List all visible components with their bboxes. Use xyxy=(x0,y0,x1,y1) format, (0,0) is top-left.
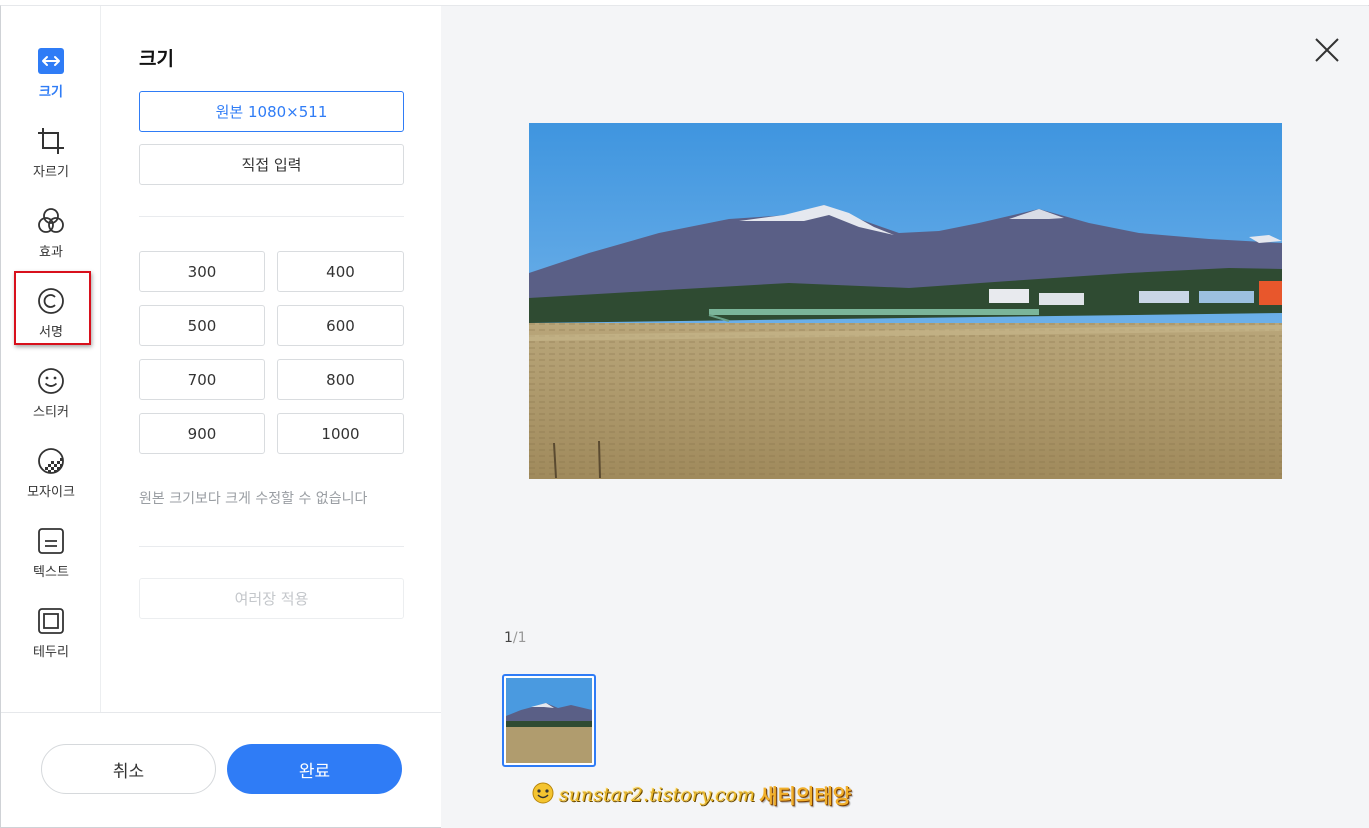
tool-label: 텍스트 xyxy=(33,565,69,580)
preset-400-button[interactable]: 400 xyxy=(277,251,404,292)
resize-icon xyxy=(36,46,66,76)
cancel-button[interactable]: 취소 xyxy=(41,744,216,794)
size-limit-note: 원본 크기보다 크게 수정할 수 없습니다 xyxy=(139,491,368,507)
mosaic-icon xyxy=(36,446,66,476)
preset-700-button[interactable]: 700 xyxy=(139,359,265,400)
effects-icon xyxy=(36,206,66,236)
preset-1000-button[interactable]: 1000 xyxy=(277,413,404,454)
text-box-icon xyxy=(36,526,66,556)
custom-size-button[interactable]: 직접 입력 xyxy=(139,144,404,185)
tool-resize[interactable]: 크기 xyxy=(1,40,101,114)
done-button[interactable]: 완료 xyxy=(227,744,402,794)
page-counter: 1/1 xyxy=(504,630,527,646)
tool-crop[interactable]: 자르기 xyxy=(1,120,101,194)
preset-500-button[interactable]: 500 xyxy=(139,305,265,346)
tool-label: 효과 xyxy=(39,245,63,260)
divider xyxy=(139,216,404,217)
watermark: sunstar2.tistory.com 새티의태양 xyxy=(531,780,851,809)
tool-label: 자르기 xyxy=(33,165,69,180)
tool-sticker[interactable]: 스티커 xyxy=(1,360,101,434)
watermark-url: sunstar2.tistory.com xyxy=(559,783,756,806)
divider xyxy=(139,546,404,547)
apply-all-button[interactable]: 여러장 적용 xyxy=(139,578,404,619)
image-editor-window: 크기 자르기 효과 서명 스티커 모자이크 텍스트 테두리 크기 원본 1080… xyxy=(0,5,1369,828)
footer-divider xyxy=(1,712,441,713)
watermark-name: 새티의태양 xyxy=(759,784,852,808)
preset-900-button[interactable]: 900 xyxy=(139,413,265,454)
tool-signature[interactable]: 서명 xyxy=(1,280,101,354)
preset-800-button[interactable]: 800 xyxy=(277,359,404,400)
tool-label: 서명 xyxy=(39,325,63,340)
tool-label: 크기 xyxy=(39,85,63,100)
preset-300-button[interactable]: 300 xyxy=(139,251,265,292)
tool-label: 테두리 xyxy=(33,645,69,660)
close-icon[interactable] xyxy=(1313,36,1341,64)
preview-image xyxy=(529,123,1282,479)
tool-label: 모자이크 xyxy=(27,485,75,500)
preset-600-button[interactable]: 600 xyxy=(277,305,404,346)
tool-rail: 크기 자르기 효과 서명 스티커 모자이크 텍스트 테두리 xyxy=(1,6,101,712)
copyright-icon xyxy=(36,286,66,316)
tool-label: 스티커 xyxy=(33,405,69,420)
tool-mosaic[interactable]: 모자이크 xyxy=(1,440,101,514)
smiley-emoji-icon xyxy=(531,781,555,809)
border-frame-icon xyxy=(36,606,66,636)
tool-effects[interactable]: 효과 xyxy=(1,200,101,274)
smiley-icon xyxy=(36,366,66,396)
preview-area: 1/1 sunstar2.tistory.com 새티의태양 xyxy=(441,6,1369,828)
resize-panel: 크기 원본 1080×511 직접 입력 300 400 500 600 700… xyxy=(101,6,441,712)
crop-icon xyxy=(36,126,66,156)
panel-title: 크기 xyxy=(139,48,174,70)
thumbnail-selected[interactable] xyxy=(502,674,596,767)
tool-text[interactable]: 텍스트 xyxy=(1,520,101,594)
original-size-button[interactable]: 원본 1080×511 xyxy=(139,91,404,132)
tool-border[interactable]: 테두리 xyxy=(1,600,101,674)
page-current: 1 xyxy=(504,630,513,646)
page-total: /1 xyxy=(512,630,527,646)
